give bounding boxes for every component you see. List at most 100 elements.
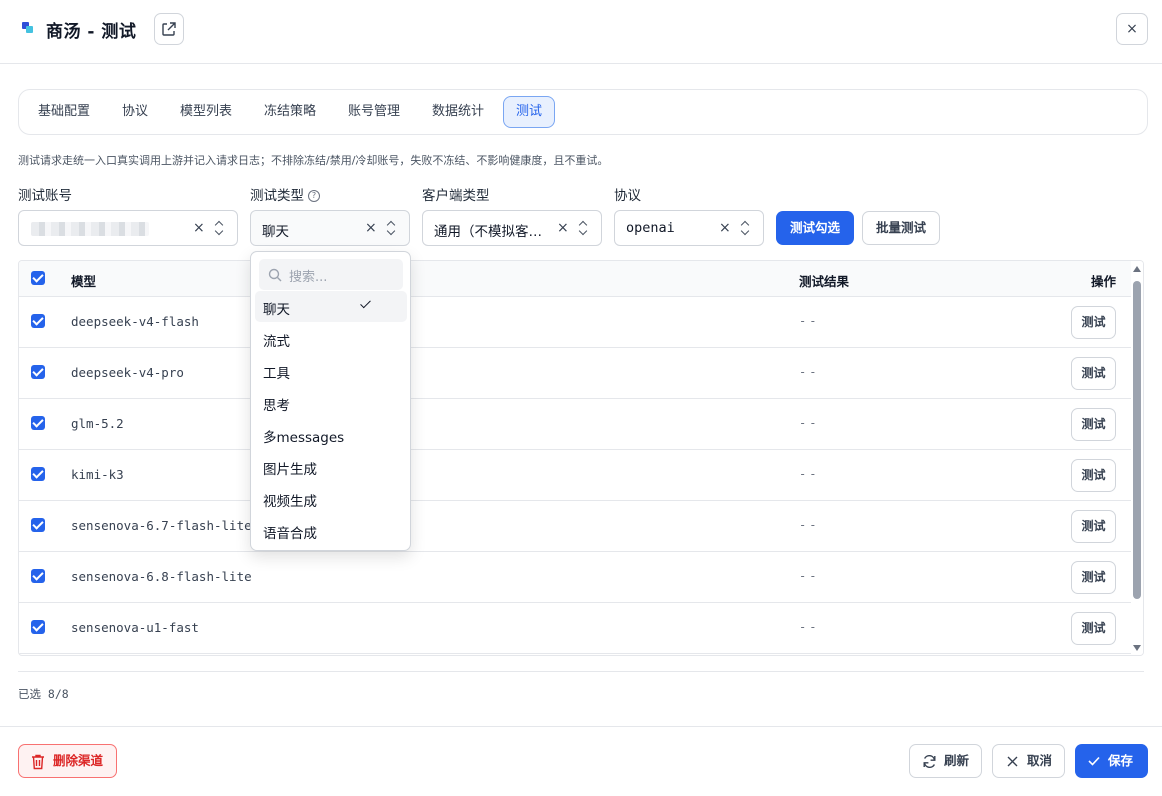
option-video-generation[interactable]: 视频生成 [255, 483, 407, 514]
protocol-select[interactable]: openai × [614, 210, 764, 246]
row-test-button[interactable]: 测试 [1071, 459, 1116, 492]
select-all-checkbox[interactable] [31, 271, 45, 285]
client-type-label: 客户端类型 [422, 188, 490, 204]
tab-basic-config[interactable]: 基础配置 [26, 96, 102, 128]
row-test-button[interactable]: 测试 [1071, 357, 1116, 390]
row-checkbox[interactable] [31, 314, 45, 328]
account-select[interactable]: × [18, 210, 238, 246]
model-name: glm-5.2 [71, 416, 124, 431]
model-name: kimi-k3 [71, 467, 124, 482]
tab-protocol[interactable]: 协议 [110, 96, 160, 128]
table-row: kimi-k3 -- 测试 [19, 450, 1131, 501]
test-type-dropdown: 搜索... 聊天 流式 工具 思考 多messages 图片生成 视频生成 语音… [250, 251, 411, 551]
clear-icon[interactable]: × [557, 220, 569, 236]
option-label: 视频生成 [263, 494, 317, 510]
save-label: 保存 [1108, 753, 1134, 768]
option-stream[interactable]: 流式 [255, 323, 407, 354]
table-row: sensenova-u1-fast -- 测试 [19, 603, 1131, 654]
chevron-updown-icon [740, 219, 751, 237]
row-checkbox[interactable] [31, 365, 45, 379]
option-tools[interactable]: 工具 [255, 355, 407, 386]
table-row: glm-5.2 -- 测试 [19, 399, 1131, 450]
client-type-select[interactable]: 通用（不模拟客… × [422, 210, 602, 246]
external-link-icon [162, 22, 176, 36]
tab-statistics[interactable]: 数据统计 [420, 96, 496, 128]
option-label: 思考 [263, 398, 290, 414]
option-label: 流式 [263, 334, 290, 350]
scrollbar-thumb[interactable] [1133, 281, 1141, 599]
dialog-header: 商汤 - 测试 × [0, 0, 1162, 64]
clear-icon[interactable]: × [365, 220, 377, 236]
close-icon: × [1126, 21, 1138, 37]
test-type-label: 测试类型? [250, 184, 320, 204]
option-chat[interactable]: 聊天 [255, 291, 407, 322]
model-table: 模型 测试结果 操作 deepseek-v4-flash -- 测试 deeps… [18, 260, 1144, 656]
option-speech-synthesis[interactable]: 语音合成 [255, 515, 407, 546]
cancel-button[interactable]: 取消 [992, 744, 1065, 778]
row-checkbox[interactable] [31, 620, 45, 634]
test-type-value: 聊天 [262, 224, 289, 240]
clear-icon[interactable]: × [719, 220, 731, 236]
test-type-label-text: 测试类型 [250, 188, 304, 204]
save-button[interactable]: 保存 [1075, 744, 1148, 778]
close-button[interactable]: × [1116, 13, 1148, 45]
scroll-down-icon[interactable] [1133, 645, 1141, 651]
tab-freeze-policy[interactable]: 冻结策略 [252, 96, 328, 128]
model-name: sensenova-6.8-flash-lite [71, 569, 252, 584]
row-test-button[interactable]: 测试 [1071, 408, 1116, 441]
option-multi-messages[interactable]: 多messages [255, 419, 407, 450]
test-result: -- [799, 569, 820, 583]
tab-account-management[interactable]: 账号管理 [336, 96, 412, 128]
option-label: 图片生成 [263, 462, 317, 478]
delete-channel-label: 删除渠道 [53, 753, 104, 768]
test-selected-button[interactable]: 测试勾选 [776, 211, 854, 245]
table-row: deepseek-v4-flash -- 测试 [19, 297, 1131, 348]
option-image-generation[interactable]: 图片生成 [255, 451, 407, 482]
row-checkbox[interactable] [31, 416, 45, 430]
table-row: sensenova-6.7-flash-lite -- 测试 [19, 501, 1131, 552]
dropdown-search-input[interactable]: 搜索... [259, 259, 403, 290]
model-column-header: 模型 [71, 274, 97, 289]
row-checkbox[interactable] [31, 569, 45, 583]
row-test-button[interactable]: 测试 [1071, 612, 1116, 645]
search-icon [268, 268, 282, 282]
table-header: 模型 测试结果 操作 [19, 261, 1143, 297]
scroll-up-icon[interactable] [1133, 266, 1141, 272]
close-icon [1007, 756, 1018, 767]
divider [18, 671, 1144, 672]
row-test-button[interactable]: 测试 [1071, 510, 1116, 543]
check-icon [360, 297, 371, 309]
tab-test[interactable]: 测试 [503, 96, 556, 128]
row-checkbox[interactable] [31, 518, 45, 532]
model-name: sensenova-6.7-flash-lite [71, 518, 252, 533]
clear-icon[interactable]: × [193, 220, 205, 236]
check-icon [1088, 756, 1100, 766]
client-type-value: 通用（不模拟客… [434, 224, 542, 240]
chevron-updown-icon [386, 219, 397, 237]
refresh-label: 刷新 [944, 753, 970, 768]
row-test-button[interactable]: 测试 [1071, 306, 1116, 339]
selection-count: 已选 8/8 [18, 687, 69, 701]
protocol-label: 协议 [614, 188, 641, 204]
help-icon[interactable]: ? [308, 190, 320, 202]
test-type-select[interactable]: 聊天 × [250, 210, 410, 246]
protocol-value: openai [626, 220, 675, 236]
open-external-button[interactable] [154, 13, 184, 45]
option-thinking[interactable]: 思考 [255, 387, 407, 418]
test-result: -- [799, 467, 820, 481]
refresh-button[interactable]: 刷新 [909, 744, 982, 778]
search-placeholder: 搜索... [289, 270, 328, 285]
chevron-updown-icon [578, 219, 589, 237]
test-result: -- [799, 518, 820, 532]
delete-channel-button[interactable]: 删除渠道 [18, 744, 117, 778]
tab-bar: 基础配置 协议 模型列表 冻结策略 账号管理 数据统计 测试 [18, 89, 1148, 135]
batch-test-button[interactable]: 批量测试 [862, 211, 940, 245]
model-name: deepseek-v4-pro [71, 365, 184, 380]
action-column-header: 操作 [1091, 274, 1117, 289]
test-result: -- [799, 620, 820, 634]
test-result: -- [799, 314, 820, 328]
row-checkbox[interactable] [31, 467, 45, 481]
account-label: 测试账号 [18, 188, 72, 204]
row-test-button[interactable]: 测试 [1071, 561, 1116, 594]
tab-model-list[interactable]: 模型列表 [168, 96, 244, 128]
